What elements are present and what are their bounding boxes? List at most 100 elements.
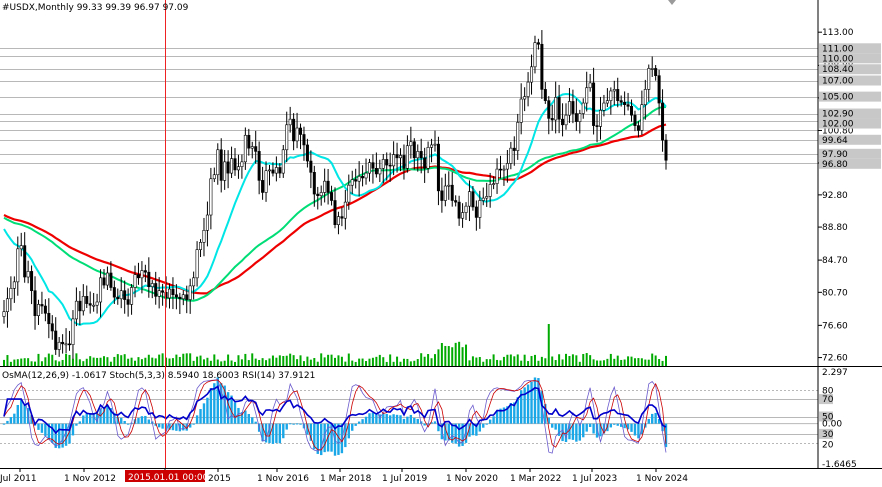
x-tick-label: 1 Nov 2024 (636, 474, 688, 484)
volume-bar (285, 355, 288, 366)
osma-bar (357, 421, 361, 424)
candle-body (205, 214, 209, 231)
candle-body (633, 114, 637, 126)
osma-bar (623, 423, 626, 429)
x-tick-label: 1 Mar 2018 (320, 474, 372, 484)
volume-bar (416, 359, 419, 366)
volume-bar (54, 360, 57, 366)
price-level-label: 108.40 (822, 65, 854, 75)
x-tick-label: 1 Nov 2016 (257, 474, 309, 484)
candle-body (419, 151, 423, 159)
volume-bar (392, 361, 395, 366)
volume-bar (258, 359, 261, 366)
volume-bar (44, 357, 47, 366)
candle-body (661, 102, 665, 141)
volume-bar (265, 360, 268, 366)
osma-bar (609, 423, 613, 428)
osma-bar (495, 411, 499, 424)
candle-body (492, 183, 496, 185)
volume-bar (234, 361, 237, 366)
osma-bar (375, 414, 378, 424)
volume-bar (330, 354, 333, 366)
volume-bar (582, 353, 585, 366)
candle-body (574, 113, 578, 122)
osma-bar (423, 423, 426, 426)
volume-bar (658, 359, 661, 366)
osma-bar (409, 414, 413, 424)
volume-bar (71, 358, 74, 366)
candle-body (423, 157, 427, 169)
volume-bar (623, 359, 626, 366)
osma-bar (485, 423, 488, 425)
osma-bar (616, 423, 619, 426)
candle-body (395, 154, 399, 159)
candle-body (598, 110, 602, 127)
candle-body (533, 42, 537, 68)
volume-bar (578, 361, 581, 366)
volume-bar (465, 344, 468, 366)
volume-bar (602, 360, 605, 366)
osma-bar (6, 420, 9, 424)
candle-body (174, 294, 178, 298)
volume-bar (633, 358, 636, 366)
volume-bar (389, 354, 392, 366)
volume-bar (178, 356, 181, 366)
volume-bar (499, 360, 502, 366)
candle-body (150, 283, 154, 287)
candle-body (9, 287, 13, 300)
candle-body (223, 161, 227, 181)
candle-body (612, 89, 616, 92)
volume-bar (361, 358, 364, 366)
volume-bar (382, 357, 385, 366)
candle-body (530, 66, 534, 83)
rsi-level-label: 30 (822, 430, 834, 440)
volume-bar (399, 361, 402, 366)
osma-bar (471, 423, 475, 436)
chart-canvas[interactable]: 113.00108.88104.84100.8096.7692.8088.808… (0, 0, 882, 487)
indicator-header: OsMA(12,26,9) -1.0617 Stoch(5,3,3) 8.594… (2, 371, 315, 381)
candle-body (543, 89, 547, 101)
volume-bar (158, 354, 161, 366)
candle-body (192, 277, 196, 287)
candle-body (454, 200, 458, 203)
volume-bar (492, 354, 495, 366)
candle-body (367, 162, 371, 174)
candle-body (5, 298, 9, 312)
osma-bar (16, 404, 19, 424)
y-tick-label: 80.70 (822, 288, 848, 298)
volume-bar (637, 358, 640, 366)
candle-body (299, 127, 303, 135)
candle-body (374, 167, 378, 175)
volume-bar (440, 342, 443, 366)
candle-body (12, 281, 16, 289)
candle-body (236, 166, 240, 171)
candle-body (61, 341, 65, 345)
volume-bar (289, 353, 292, 366)
volume-bar (213, 354, 216, 366)
candle-body (664, 139, 668, 161)
candle-body (440, 190, 444, 201)
candle-body (357, 176, 361, 182)
candle-body (571, 101, 575, 114)
osma-bar (75, 423, 78, 426)
osma-bar (285, 423, 288, 430)
volume-bar (278, 355, 281, 366)
x-tick-label: 1 Jul 2019 (382, 474, 427, 484)
candle-body (567, 101, 571, 116)
candle-body (416, 151, 420, 159)
chart-background (0, 0, 882, 487)
volume-bar (540, 356, 543, 366)
candle-body (443, 185, 447, 201)
candle-body (485, 196, 489, 199)
candle-body (336, 216, 340, 225)
volume-bar (620, 359, 623, 366)
candle-body (288, 118, 292, 126)
candle-body (88, 303, 92, 306)
osma-bar (13, 413, 16, 424)
price-level-label: 111.00 (822, 44, 854, 54)
volume-bar (309, 359, 312, 366)
candle-body (519, 98, 523, 123)
candle-body (433, 143, 437, 146)
osma-bar (120, 417, 123, 424)
volume-bar (185, 353, 188, 366)
